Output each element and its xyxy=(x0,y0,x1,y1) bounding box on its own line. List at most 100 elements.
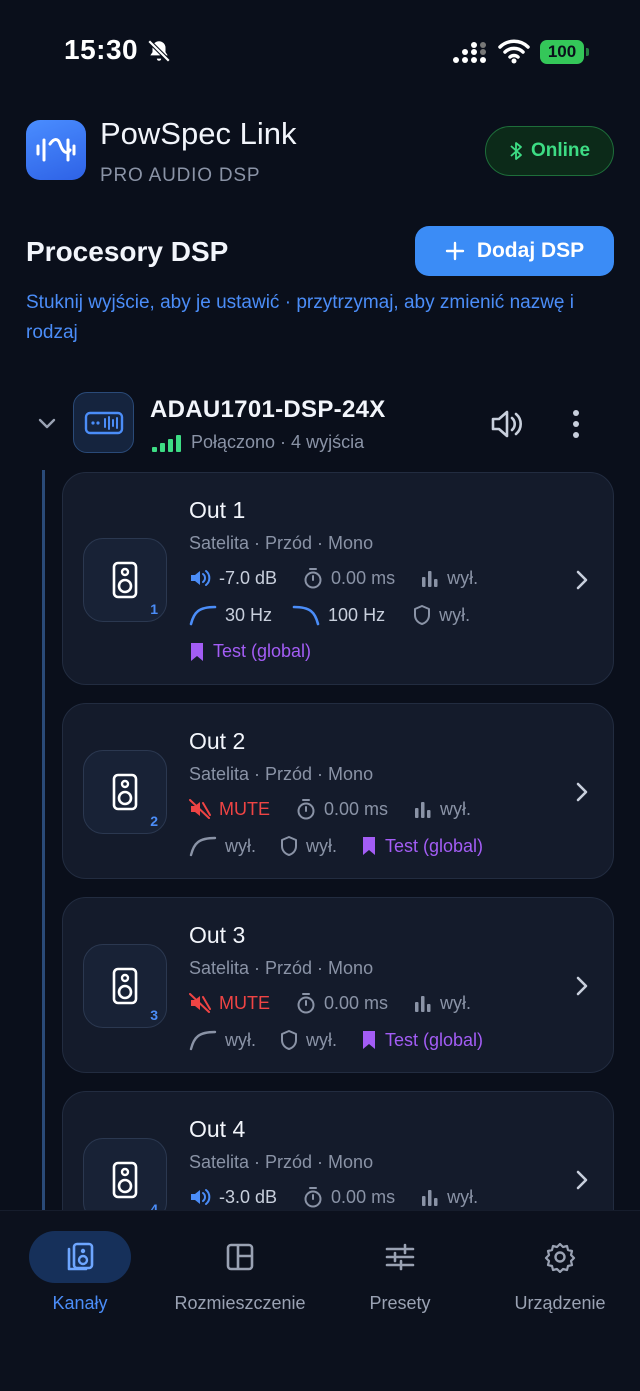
more-options-icon[interactable] xyxy=(566,408,586,440)
device-status: Połączono · 4 wyjścia xyxy=(152,432,364,453)
volume-icon xyxy=(191,570,211,586)
channel-card-out-1[interactable]: 1 Out 1 Satelita · Przód · Mono -7.0 dB … xyxy=(62,472,614,685)
channel-meta: Satelita · Przód · Mono xyxy=(189,958,374,978)
bluetooth-icon xyxy=(510,142,522,160)
channel-limiter: wył. xyxy=(439,604,471,625)
volume-muted-icon xyxy=(189,799,211,819)
plus-icon xyxy=(445,241,465,261)
add-dsp-button[interactable]: Dodaj DSP xyxy=(415,226,614,276)
app-subtitle: PRO AUDIO DSP xyxy=(100,165,261,186)
channel-card-out-2[interactable]: 2 Out 2 Satelita · Przód · Mono MUTE 0.0… xyxy=(62,703,614,879)
channel-preset: Test (global) xyxy=(385,1029,484,1050)
nav-tab-presets[interactable]: Presety xyxy=(320,1211,480,1321)
channel-speaker-tile: 3 xyxy=(83,944,167,1028)
channel-card-out-3[interactable]: 3 Out 3 Satelita · Przód · Mono MUTE 0.0… xyxy=(62,897,614,1073)
app-title: PowSpec Link xyxy=(100,116,297,151)
shield-icon xyxy=(414,605,431,625)
timer-icon xyxy=(297,799,315,820)
device-name[interactable]: ADAU1701-DSP-24X xyxy=(150,396,386,424)
speaker-icon xyxy=(112,967,138,1005)
channel-level: -3.0 dB xyxy=(219,1186,278,1207)
highpass-filter-icon xyxy=(189,605,217,626)
nav-tab-layout[interactable]: Rozmieszczenie xyxy=(160,1211,320,1321)
channel-eq: wył. xyxy=(440,798,472,819)
dsp-board-icon xyxy=(84,411,123,434)
channel-eq: wył. xyxy=(447,567,479,588)
volume-muted-icon xyxy=(189,993,211,1013)
sliders-icon xyxy=(385,1243,415,1271)
hint-text: Stuknij wyjście, aby je ustawić · przytr… xyxy=(26,292,575,343)
channel-preset: Test (global) xyxy=(385,835,484,856)
channel-speaker-tile: 2 xyxy=(83,750,167,834)
dsp-device-icon xyxy=(73,392,134,453)
battery-indicator: 100 xyxy=(540,40,590,64)
connection-status-badge[interactable]: Online xyxy=(485,126,614,176)
collapse-chevron-icon[interactable] xyxy=(36,412,58,434)
chevron-right-icon xyxy=(576,782,588,802)
wifi-icon xyxy=(498,39,530,64)
channel-speaker-tile: 4 xyxy=(83,1138,167,1210)
channel-lpf: 100 Hz xyxy=(328,604,386,625)
eq-bars-icon xyxy=(422,1190,438,1206)
section-title: Procesory DSP xyxy=(26,236,229,267)
channel-name: Out 2 xyxy=(189,728,246,754)
shield-icon xyxy=(281,1030,297,1050)
cellular-signal-icon xyxy=(453,42,486,63)
channel-delay: 0.00 ms xyxy=(331,567,396,588)
battery-level: 100 xyxy=(540,40,584,64)
chevron-right-icon xyxy=(576,976,588,996)
channel-speaker-tile: 1 xyxy=(83,538,167,622)
channel-name: Out 1 xyxy=(189,497,246,523)
channel-params-row: MUTE 0.00 ms wył. xyxy=(189,992,495,1014)
bottom-navigation: Kanały Rozmieszczenie Presety Urządzenie xyxy=(0,1210,640,1391)
filter-off-icon xyxy=(189,1030,217,1051)
lowpass-filter-icon xyxy=(292,605,320,626)
bell-muted-icon xyxy=(147,39,171,63)
channel-filter: wył. xyxy=(225,835,256,856)
channel-filters-row: wył. wył. Test (global) xyxy=(189,835,507,857)
nav-tab-device[interactable]: Urządzenie xyxy=(480,1211,640,1321)
channel-filter: wył. xyxy=(225,1029,256,1050)
channel-params-row: -3.0 dB 0.00 ms wył. xyxy=(189,1186,502,1208)
eq-bars-icon xyxy=(422,571,438,587)
speaker-icon xyxy=(112,561,138,599)
channel-delay: 0.00 ms xyxy=(324,798,389,819)
add-dsp-label: Dodaj DSP xyxy=(476,239,585,262)
gear-icon xyxy=(544,1242,576,1273)
speakers-icon xyxy=(67,1242,94,1271)
nav-label: Urządzenie xyxy=(514,1293,606,1313)
bookmark-icon xyxy=(191,642,203,661)
nav-label: Presety xyxy=(369,1293,431,1313)
channel-eq: wył. xyxy=(447,1186,479,1207)
channel-preset-row: Test (global) xyxy=(189,641,335,662)
channel-delay: 0.00 ms xyxy=(324,992,389,1013)
speaker-icon xyxy=(112,773,138,811)
bookmark-icon xyxy=(363,1031,375,1049)
shield-icon xyxy=(281,836,297,856)
status-bar: 15:30 100 xyxy=(0,0,640,100)
speaker-icon xyxy=(112,1161,138,1199)
channel-params-row: MUTE 0.00 ms wył. xyxy=(189,798,495,820)
channel-number: 3 xyxy=(150,1007,158,1023)
channel-name: Out 3 xyxy=(189,922,246,948)
bookmark-icon xyxy=(363,837,375,855)
nav-tab-channels[interactable]: Kanały xyxy=(0,1211,160,1321)
signal-strength-icon xyxy=(152,434,181,452)
connection-status-label: Online xyxy=(530,140,591,161)
status-time: 15:30 xyxy=(64,34,139,65)
channel-name: Out 4 xyxy=(189,1116,246,1142)
chevron-right-icon xyxy=(576,1170,588,1190)
channel-filters-row: wył. wył. Test (global) xyxy=(189,1029,507,1051)
channel-level: MUTE xyxy=(219,992,270,1013)
app-logo xyxy=(26,120,86,180)
channel-meta: Satelita · Przód · Mono xyxy=(189,764,374,784)
channel-level: MUTE xyxy=(219,798,270,819)
channel-meta: Satelita · Przód · Mono xyxy=(189,533,374,553)
speaker-volume-icon[interactable] xyxy=(489,408,523,440)
timer-icon xyxy=(304,1187,322,1208)
channel-card-out-4[interactable]: 4 Out 4 Satelita · Przód · Mono -3.0 dB … xyxy=(62,1091,614,1210)
channel-eq: wył. xyxy=(440,992,472,1013)
channel-list[interactable]: 1 Out 1 Satelita · Przód · Mono -7.0 dB … xyxy=(0,460,640,1210)
layout-icon xyxy=(226,1243,254,1271)
eq-bars-icon xyxy=(415,996,431,1012)
